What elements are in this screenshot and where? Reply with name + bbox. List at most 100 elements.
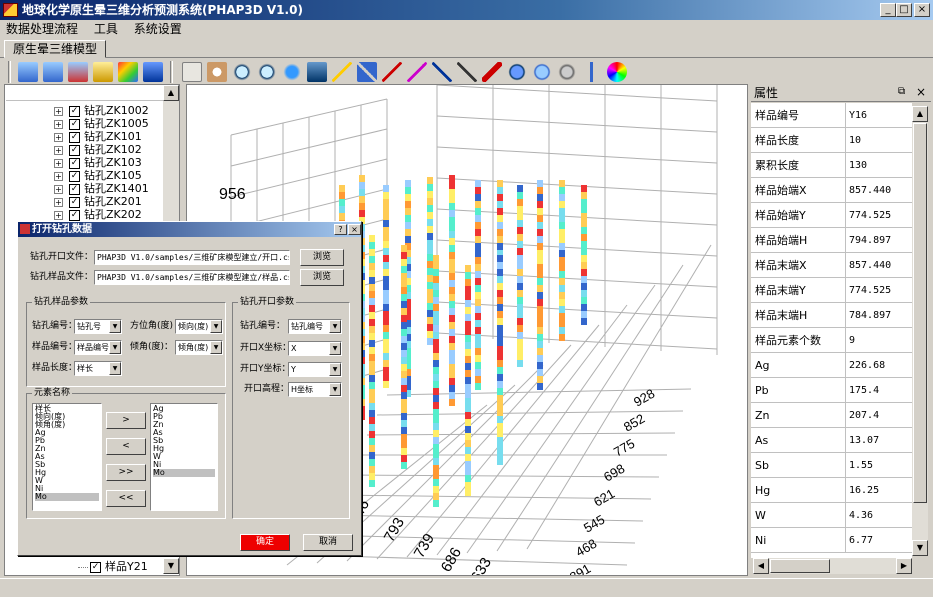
sample-segment[interactable] <box>433 297 439 304</box>
sample-segment[interactable] <box>581 255 587 262</box>
sample-segment[interactable] <box>475 348 481 355</box>
sample-segment[interactable] <box>465 489 471 496</box>
sample-segment[interactable] <box>449 287 455 294</box>
sample-segment[interactable] <box>449 322 455 329</box>
magic-wand-icon[interactable] <box>332 62 352 82</box>
sample-segment[interactable] <box>537 257 543 264</box>
oh-select[interactable]: H坐标 ▼ <box>288 382 342 397</box>
sample-segment[interactable] <box>383 346 389 353</box>
sample-segment[interactable] <box>537 299 543 306</box>
sample-segment[interactable] <box>449 266 455 273</box>
sample-segment[interactable] <box>517 255 523 262</box>
sample-segment[interactable] <box>537 327 543 334</box>
sample-segment[interactable] <box>497 437 503 444</box>
sample-segment[interactable] <box>433 311 439 318</box>
sample-segment[interactable] <box>401 371 407 378</box>
sample-segment[interactable] <box>537 313 543 320</box>
sample-segment[interactable] <box>497 374 503 381</box>
sample-segment[interactable] <box>449 259 455 266</box>
sample-segment[interactable] <box>475 334 481 341</box>
sample-segment[interactable] <box>383 283 389 290</box>
sample-segment[interactable] <box>537 229 543 236</box>
list-item[interactable]: Mo <box>35 493 99 501</box>
sample-segment[interactable] <box>559 180 565 187</box>
sample-segment[interactable] <box>537 285 543 292</box>
sample-segment[interactable] <box>537 383 543 390</box>
sample-segment[interactable] <box>517 353 523 360</box>
pan-hand-icon[interactable] <box>207 62 227 82</box>
sample-segment[interactable] <box>465 314 471 321</box>
sample-segment[interactable] <box>405 180 411 187</box>
property-row[interactable]: Sb 1.55 <box>751 453 912 478</box>
sample-segment[interactable] <box>537 278 543 285</box>
sample-segment[interactable] <box>449 329 455 336</box>
sample-segment[interactable] <box>449 280 455 287</box>
sample-segment[interactable] <box>383 248 389 255</box>
sample-segment[interactable] <box>383 367 389 374</box>
sample-segment[interactable] <box>433 465 439 472</box>
sample-segment[interactable] <box>427 317 433 324</box>
sample-segment[interactable] <box>449 343 455 350</box>
property-row[interactable]: 样品长度 10 <box>751 128 912 153</box>
sample-segment[interactable] <box>433 325 439 332</box>
sample-segment[interactable] <box>433 437 439 444</box>
tree-checkbox[interactable]: ✓ <box>69 105 80 117</box>
sample-segment[interactable] <box>559 208 565 215</box>
tree-item-drill[interactable]: + ✓ 钻孔ZK1002 <box>54 104 149 117</box>
sample-segment[interactable] <box>559 194 565 201</box>
sample-segment[interactable] <box>559 229 565 236</box>
sample-segment[interactable] <box>433 388 439 395</box>
sample-segment[interactable] <box>537 292 543 299</box>
sample-segment[interactable] <box>497 402 503 409</box>
sample-segment[interactable] <box>517 227 523 234</box>
sample-segment[interactable] <box>405 229 411 236</box>
sample-segment[interactable] <box>497 187 503 194</box>
sample-segment[interactable] <box>465 356 471 363</box>
sample-segment[interactable] <box>497 304 503 311</box>
sample-segment[interactable] <box>537 264 543 271</box>
sample-segment[interactable] <box>383 360 389 367</box>
sample-segment[interactable] <box>401 266 407 273</box>
sample-segment[interactable] <box>559 334 565 341</box>
select-pointer-icon[interactable] <box>182 62 202 82</box>
sample-segment[interactable] <box>369 249 375 256</box>
sample-segment[interactable] <box>383 297 389 304</box>
sample-segment[interactable] <box>401 392 407 399</box>
save-icon[interactable] <box>143 62 163 82</box>
dialog-close-button[interactable]: × <box>348 224 361 235</box>
sample-segment[interactable] <box>465 447 471 454</box>
sample-segment[interactable] <box>401 315 407 322</box>
sample-segment[interactable] <box>369 396 375 403</box>
length-select[interactable]: 样长 ▼ <box>74 361 122 376</box>
sample-segment[interactable] <box>559 201 565 208</box>
sample-segment[interactable] <box>433 262 439 269</box>
sample-segment[interactable] <box>581 290 587 297</box>
sample-segment[interactable] <box>475 250 481 257</box>
sample-segment[interactable] <box>581 227 587 234</box>
sample-segment[interactable] <box>449 399 455 406</box>
dialog-help-button[interactable]: ? <box>334 224 347 235</box>
tree-item-drill[interactable]: + ✓ 钻孔ZK101 <box>54 130 142 143</box>
sample-segment[interactable] <box>465 286 471 293</box>
sample-segment[interactable] <box>537 187 543 194</box>
sample-segment[interactable] <box>475 180 481 187</box>
property-row[interactable]: 样品始端H 794.897 <box>751 228 912 253</box>
sample-segment[interactable] <box>433 318 439 325</box>
sample-segment[interactable] <box>383 290 389 297</box>
menu-data-flow[interactable]: 数据处理流程 <box>0 20 84 38</box>
props-scroll-down[interactable]: ▼ <box>912 540 928 556</box>
expand-icon[interactable]: + <box>54 132 63 142</box>
sample-segment[interactable] <box>465 293 471 300</box>
sample-segment[interactable] <box>497 297 503 304</box>
sample-segment[interactable] <box>517 213 523 220</box>
sample-segment[interactable] <box>449 252 455 259</box>
sample-segment[interactable] <box>559 271 565 278</box>
sample-segment[interactable] <box>465 419 471 426</box>
vertical-line-icon[interactable] <box>582 62 602 82</box>
sample-segment[interactable] <box>559 264 565 271</box>
sample-segment[interactable] <box>497 269 503 276</box>
sample-segment[interactable] <box>369 375 375 382</box>
sample-segment[interactable] <box>383 206 389 213</box>
property-row[interactable]: 样品始端Y 774.525 <box>751 203 912 228</box>
tree-item-drill[interactable]: + ✓ 钻孔ZK105 <box>54 169 142 182</box>
